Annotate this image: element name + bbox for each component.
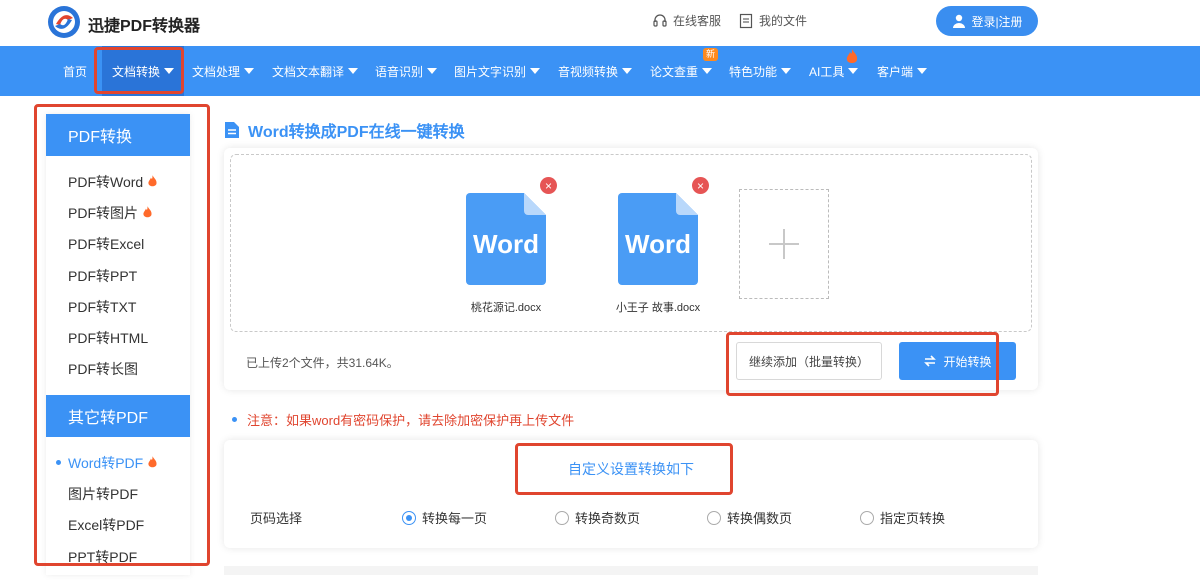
fire-icon	[846, 49, 858, 63]
radio-convert-odd-pages[interactable]: 转换奇数页	[555, 508, 640, 527]
chevron-down-icon	[427, 68, 438, 74]
online-service-link[interactable]: 在线客服	[652, 12, 721, 29]
nav-speech[interactable]: 语音识别	[375, 46, 438, 96]
radio-circle	[555, 510, 569, 525]
next-section-strip	[224, 566, 1038, 575]
plus-icon	[769, 229, 799, 259]
chevron-down-icon	[848, 68, 859, 74]
file-item: Word × 小王子 故事.docx	[598, 177, 718, 315]
radio-convert-specified-pages[interactable]: 指定页转换	[860, 508, 945, 527]
notice-text: 注意：如果word有密码保护，请去除加密保护再上传文件	[247, 413, 575, 428]
new-badge: 新	[703, 48, 719, 61]
bullet-dot	[232, 417, 237, 422]
nav-features[interactable]: 特色功能	[729, 46, 792, 96]
password-notice: 注意：如果word有密码保护，请去除加密保护再上传文件	[232, 410, 574, 429]
chevron-down-icon	[622, 68, 633, 74]
nav-home[interactable]: 首页	[63, 46, 87, 96]
app-logo[interactable]	[46, 4, 82, 40]
my-files-label: 我的文件	[759, 14, 808, 28]
user-icon	[953, 14, 966, 28]
chevron-down-icon	[781, 68, 792, 74]
file-name: 桃花源记.docx	[470, 302, 542, 314]
nav-label: 音视频转换	[558, 64, 619, 79]
file-name: 小王子 故事.docx	[615, 302, 701, 314]
radio-convert-all-pages[interactable]: 转换每一页	[402, 508, 487, 527]
document-icon	[739, 13, 753, 28]
login-register-label: 登录|注册	[971, 14, 1023, 29]
page-title-text: Word转换成PDF在线一键转换	[248, 124, 465, 141]
highlight-settings-title-box	[515, 443, 733, 495]
add-file-tile[interactable]	[739, 189, 829, 299]
file-type-text: Word	[625, 229, 691, 259]
online-service-label: 在线客服	[673, 14, 722, 28]
radio-label: 转换每一页	[422, 511, 488, 526]
file-drop-area[interactable]: Word × 桃花源记.docx Word × 小王子 故事.docx	[230, 154, 1032, 332]
highlight-nav-box	[94, 47, 184, 94]
nav-label: 特色功能	[729, 64, 778, 79]
highlight-sidebar-box	[34, 104, 210, 566]
top-header: 迅捷PDF转换器 在线客服 我的文件 登录|注册	[0, 0, 1200, 46]
brand-name: 迅捷PDF转换器	[88, 18, 201, 35]
nav-label: 文档文本翻译	[272, 64, 345, 79]
radio-circle	[707, 510, 721, 525]
file-type-text: Word	[473, 229, 539, 259]
nav-label: 客户端	[877, 64, 914, 79]
chevron-down-icon	[244, 68, 255, 74]
radio-label: 指定页转换	[880, 511, 946, 526]
nav-client[interactable]: 客户端	[877, 46, 928, 96]
nav-label: 语音识别	[375, 64, 424, 79]
nav-doc-process[interactable]: 文档处理	[192, 46, 255, 96]
headset-icon	[653, 13, 667, 27]
remove-file-icon[interactable]: ×	[692, 177, 709, 194]
radio-label: 转换奇数页	[575, 511, 641, 526]
document-icon	[225, 122, 239, 138]
remove-file-icon[interactable]: ×	[540, 177, 557, 194]
nav-label: AI工具	[809, 64, 845, 79]
nav-label: 图片文字识别	[454, 64, 527, 79]
radio-convert-even-pages[interactable]: 转换偶数页	[707, 508, 792, 527]
radio-circle	[860, 510, 874, 525]
nav-av-convert[interactable]: 音视频转换	[558, 46, 633, 96]
nav-ocr[interactable]: 图片文字识别	[454, 46, 541, 96]
chevron-down-icon	[702, 68, 713, 74]
page-title: Word转换成PDF在线一键转换	[224, 118, 465, 142]
chevron-down-icon	[530, 68, 541, 74]
page-select-label: 页码选择	[250, 511, 303, 526]
login-register-button[interactable]: 登录|注册	[936, 6, 1038, 36]
nav-label: 首页	[63, 64, 88, 79]
nav-label: 论文查重	[650, 64, 699, 79]
highlight-buttons-box	[726, 332, 999, 396]
chevron-down-icon	[348, 68, 359, 74]
upload-status: 已上传2个文件，共31.64K。	[246, 356, 399, 370]
radio-label: 转换偶数页	[727, 511, 793, 526]
radio-circle	[402, 510, 416, 525]
my-files-link[interactable]: 我的文件	[738, 12, 807, 29]
nav-label: 文档处理	[192, 64, 241, 79]
nav-translate[interactable]: 文档文本翻译	[272, 46, 359, 96]
chevron-down-icon	[917, 68, 928, 74]
file-item: Word × 桃花源记.docx	[446, 177, 566, 315]
